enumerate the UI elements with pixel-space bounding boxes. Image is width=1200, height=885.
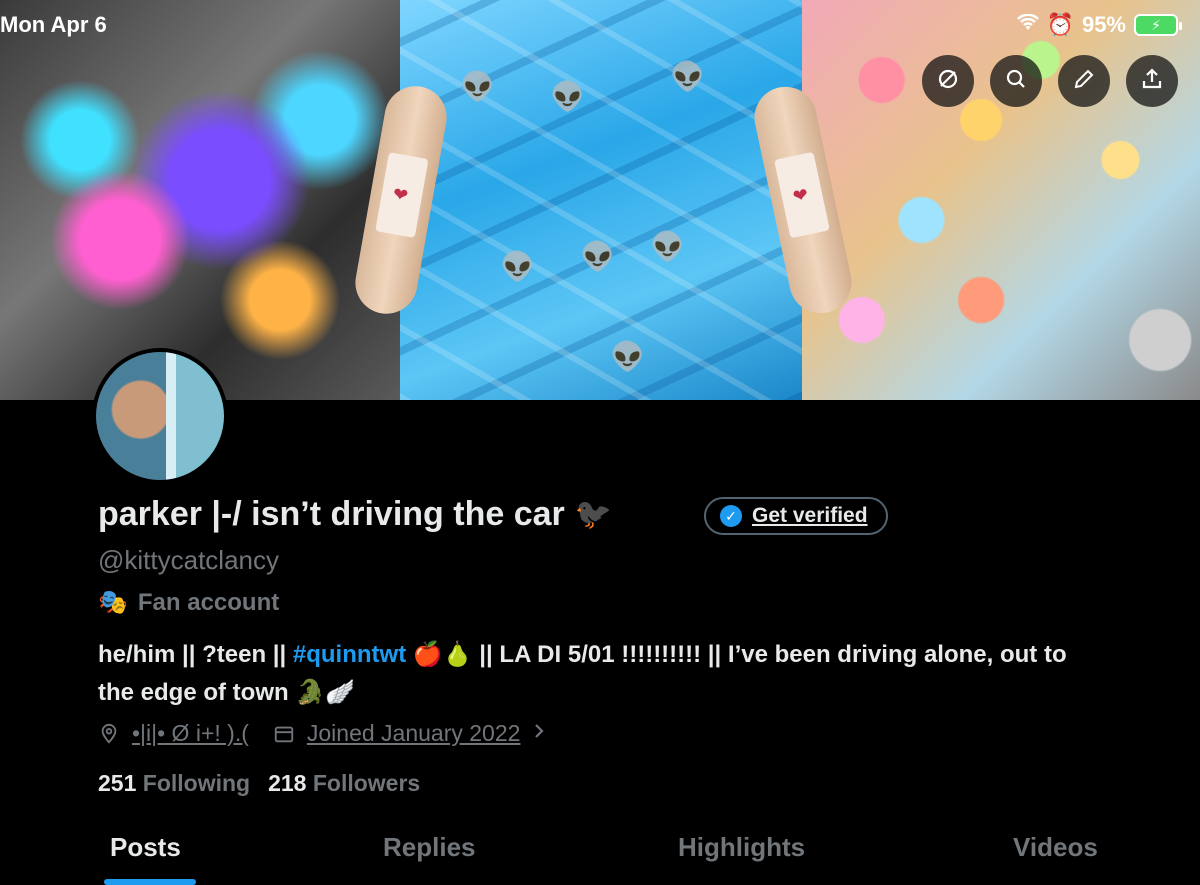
no-sync-icon [936, 67, 960, 96]
profile-meta: •|i|• Ø i+! ).( Joined January 2022 [98, 720, 546, 747]
chevron-right-icon[interactable] [532, 720, 546, 747]
alien-toy-icon: 👽 [500, 251, 535, 282]
edit-button[interactable] [1058, 55, 1110, 107]
alien-toy-icon: 👽 [610, 341, 645, 372]
location-link[interactable]: •|i|• Ø i+! ).( [132, 720, 249, 747]
search-button[interactable] [990, 55, 1042, 107]
battery-charging-icon: ⚡ [1134, 14, 1182, 36]
following-label: Following [142, 770, 251, 796]
theater-masks-icon: 🎭 [98, 589, 128, 616]
followers-count: 218 [268, 770, 307, 796]
search-icon [1004, 67, 1028, 96]
alien-toy-icon: 👽 [580, 241, 615, 272]
joined-date-link[interactable]: Joined January 2022 [307, 720, 521, 747]
username-handle: @kittycatclancy [98, 545, 279, 575]
alarm-icon: ⏰ [1046, 12, 1074, 37]
alien-toy-icon: 👽 [460, 71, 495, 102]
alien-toy-icon: 👽 [550, 81, 585, 112]
share-icon [1140, 67, 1164, 96]
verified-badge-icon: ✓ [720, 505, 742, 527]
tab-replies[interactable]: Replies [383, 832, 476, 863]
no-sync-button[interactable] [922, 55, 974, 107]
banner-panel-alien-toys: 👽 👽 👽 👽 👽 👽 👽 [400, 0, 802, 400]
status-time: Mon Apr 6 [0, 12, 107, 37]
header-actions [922, 55, 1178, 107]
tab-videos[interactable]: Videos [1013, 832, 1098, 863]
share-button[interactable] [1126, 55, 1178, 107]
follow-stats: 251 Following 218 Followers [98, 770, 420, 797]
tab-highlights[interactable]: Highlights [678, 832, 805, 863]
bio-hashtag-link[interactable]: #quinntwt [293, 641, 406, 668]
followers-label: Followers [312, 770, 421, 796]
category-label: Fan account [137, 588, 280, 616]
display-name: parker |-/ isn’t driving the car 🐦‍⬛ [98, 495, 612, 534]
avatar[interactable] [92, 348, 228, 484]
alien-toy-icon: 👽 [650, 231, 685, 262]
followers-link[interactable]: 218 Followers [268, 770, 420, 797]
following-link[interactable]: 251 Following [98, 770, 250, 797]
battery-percent: 95% [1081, 12, 1126, 37]
edit-pencil-icon [1072, 67, 1096, 96]
display-name-text: parker |-/ isn’t driving the car [98, 495, 565, 533]
tab-posts[interactable]: Posts [110, 832, 181, 863]
profile-tabs: Posts Replies Highlights Videos [0, 820, 1200, 885]
bio-text-start: he/him || ?teen || [98, 641, 293, 668]
location-pin-icon [98, 723, 120, 745]
calendar-icon [273, 723, 295, 745]
alien-toy-icon: 👽 [670, 61, 705, 92]
status-indicators: ⏰ 95% ⚡ [1016, 12, 1182, 38]
banner-panel-chalk-art [0, 0, 400, 400]
get-verified-button[interactable]: ✓ Get verified [704, 497, 888, 535]
wifi-icon [1016, 12, 1039, 38]
profile-bio: he/him || ?teen || #quinntwt 🍎🍐 || LA DI… [98, 636, 1078, 712]
following-count: 251 [98, 770, 137, 796]
blackbird-emoji: 🐦‍⬛ [574, 498, 613, 531]
get-verified-label: Get verified [752, 504, 868, 527]
active-tab-indicator [104, 879, 196, 885]
profile-category: 🎭 Fan account [98, 588, 279, 617]
